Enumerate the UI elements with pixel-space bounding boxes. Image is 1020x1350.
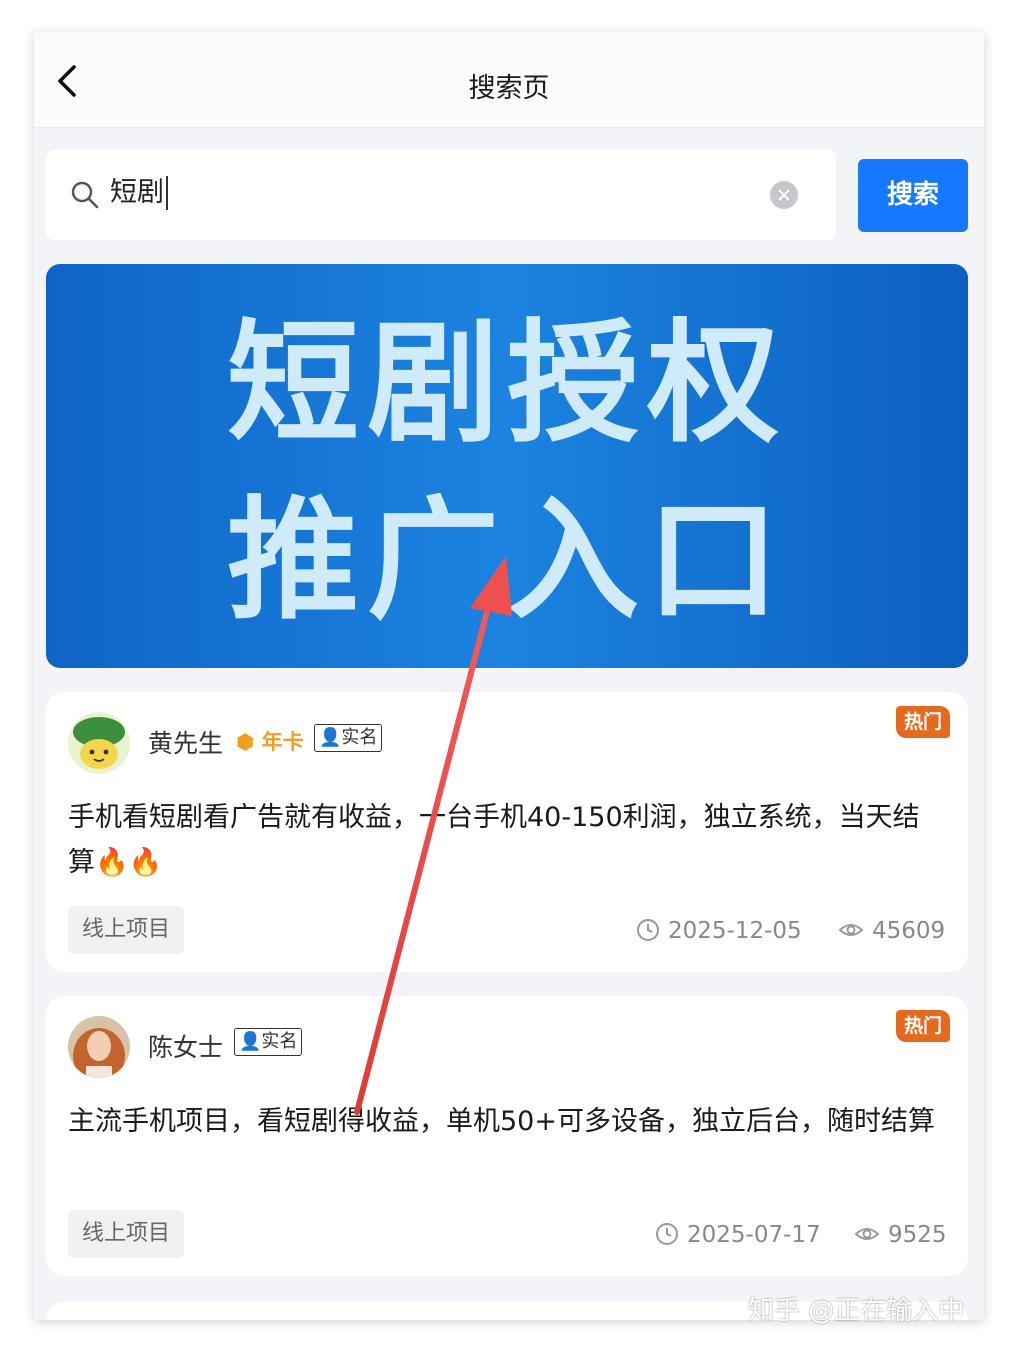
hot-badge: 热门 bbox=[895, 1010, 950, 1042]
page-title: 搜索页 bbox=[468, 73, 550, 104]
post-card[interactable]: 陈女士 👤实名 热门 主流手机项目，看短剧得收益，单机50+可多设备，独立后台，… bbox=[46, 996, 968, 1276]
search-field[interactable]: 短剧 bbox=[46, 150, 836, 240]
clock-icon bbox=[656, 1223, 678, 1245]
post-views: 45609 bbox=[838, 916, 945, 946]
top-nav-bar: 搜索页 bbox=[34, 32, 984, 128]
date-text: 2025-07-17 bbox=[687, 1222, 821, 1248]
post-date: 2025-07-17 bbox=[655, 1220, 821, 1250]
membership-badge: ⬢ 年卡 bbox=[236, 726, 304, 756]
watermark: 知乎 @正在输入中 bbox=[748, 1296, 965, 1326]
category-tag[interactable]: 线上项目 bbox=[68, 1210, 185, 1258]
post-date: 2025-12-05 bbox=[636, 916, 802, 946]
search-input[interactable]: 短剧 bbox=[110, 176, 168, 210]
hot-badge: 热门 bbox=[895, 706, 950, 738]
clock-icon bbox=[637, 919, 659, 941]
banner-line-1: 短剧授权 bbox=[227, 307, 787, 461]
membership-label: 年卡 bbox=[261, 730, 304, 754]
verified-label: 实名 bbox=[261, 1031, 298, 1052]
avatar[interactable] bbox=[68, 1016, 130, 1078]
eye-icon bbox=[854, 1228, 880, 1240]
post-views: 9525 bbox=[854, 1220, 947, 1250]
date-text: 2025-12-05 bbox=[668, 918, 802, 944]
category-tag[interactable]: 线上项目 bbox=[68, 906, 185, 954]
views-count: 9525 bbox=[888, 1222, 947, 1248]
promo-banner[interactable]: 短剧授权 推广入口 bbox=[46, 264, 968, 668]
clear-icon[interactable] bbox=[770, 181, 798, 209]
post-card[interactable]: 黄先生 ⬢ 年卡 👤实名 热门 手机看短剧看广告就有收益，一台手机40-150利… bbox=[46, 692, 968, 972]
eye-icon bbox=[838, 924, 864, 936]
post-title[interactable]: 手机看短剧看广告就有收益，一台手机40-150利润，独立系统，当天结算🔥🔥 bbox=[68, 795, 938, 885]
search-button[interactable]: 搜索 bbox=[858, 159, 968, 232]
verified-badge: 👤实名 bbox=[314, 724, 383, 752]
avatar[interactable] bbox=[68, 712, 130, 774]
person-icon: 👤 bbox=[239, 1031, 262, 1052]
app-frame: 搜索页 短剧 搜索 短剧授权 推广入口 黄先生 ⬢ 年卡 👤实名 热门 手机看短… bbox=[34, 32, 984, 1320]
views-count: 45609 bbox=[872, 918, 946, 944]
author-name[interactable]: 陈女士 bbox=[148, 1028, 223, 1064]
verified-badge: 👤实名 bbox=[234, 1028, 303, 1056]
verified-label: 实名 bbox=[341, 727, 378, 748]
search-icon bbox=[71, 181, 99, 209]
post-title[interactable]: 主流手机项目，看短剧得收益，单机50+可多设备，独立后台，随时结算 bbox=[68, 1099, 938, 1144]
author-name[interactable]: 黄先生 bbox=[148, 724, 223, 760]
crown-icon: ⬢ bbox=[236, 730, 255, 754]
person-icon: 👤 bbox=[319, 727, 342, 748]
banner-line-2: 推广入口 bbox=[227, 484, 787, 638]
